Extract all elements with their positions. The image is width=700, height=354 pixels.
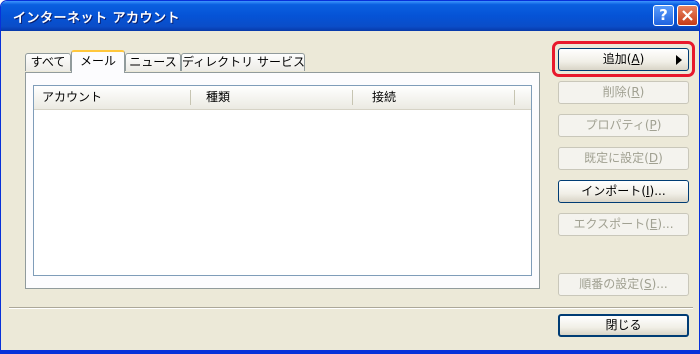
tab-all[interactable]: すべて	[25, 53, 71, 71]
export-button[interactable]: エクスポート(E)...	[558, 213, 689, 236]
column-header-connection[interactable]: 接続	[364, 86, 514, 108]
title-bar[interactable]: インターネット アカウント ?	[1, 1, 699, 31]
separator-line	[9, 307, 693, 309]
window-border	[1, 350, 699, 353]
help-button[interactable]: ?	[653, 5, 674, 26]
help-icon: ?	[659, 6, 668, 24]
submenu-arrow-icon	[676, 55, 682, 65]
column-divider[interactable]	[352, 90, 353, 105]
account-list[interactable]: アカウント 種類 接続	[33, 85, 532, 276]
set-default-button[interactable]: 既定に設定(D)	[558, 147, 689, 170]
properties-button[interactable]: プロパティ(P)	[558, 114, 689, 137]
column-divider[interactable]	[190, 90, 191, 105]
column-header-type[interactable]: 種類	[198, 86, 358, 108]
column-divider[interactable]	[514, 90, 515, 105]
add-button[interactable]: 追加(A)	[558, 48, 689, 71]
tab-news[interactable]: ニュース	[125, 53, 181, 71]
close-icon	[682, 10, 693, 21]
tab-mail[interactable]: メール	[71, 50, 125, 73]
column-header-account[interactable]: アカウント	[34, 86, 190, 108]
window-title: インターネット アカウント	[13, 11, 181, 26]
list-header: アカウント 種類 接続	[34, 86, 531, 110]
tab-directory-service[interactable]: ディレクトリ サービス	[181, 53, 305, 71]
internet-accounts-dialog: インターネット アカウント ? すべて メール ニュース ディレクトリ サービス…	[0, 0, 700, 354]
close-window-button[interactable]	[677, 5, 698, 26]
import-button[interactable]: インポート(I)...	[558, 180, 689, 203]
set-order-button[interactable]: 順番の設定(S)...	[558, 273, 689, 296]
remove-button[interactable]: 削除(R)	[558, 81, 689, 104]
close-button[interactable]: 閉じる	[558, 314, 689, 337]
